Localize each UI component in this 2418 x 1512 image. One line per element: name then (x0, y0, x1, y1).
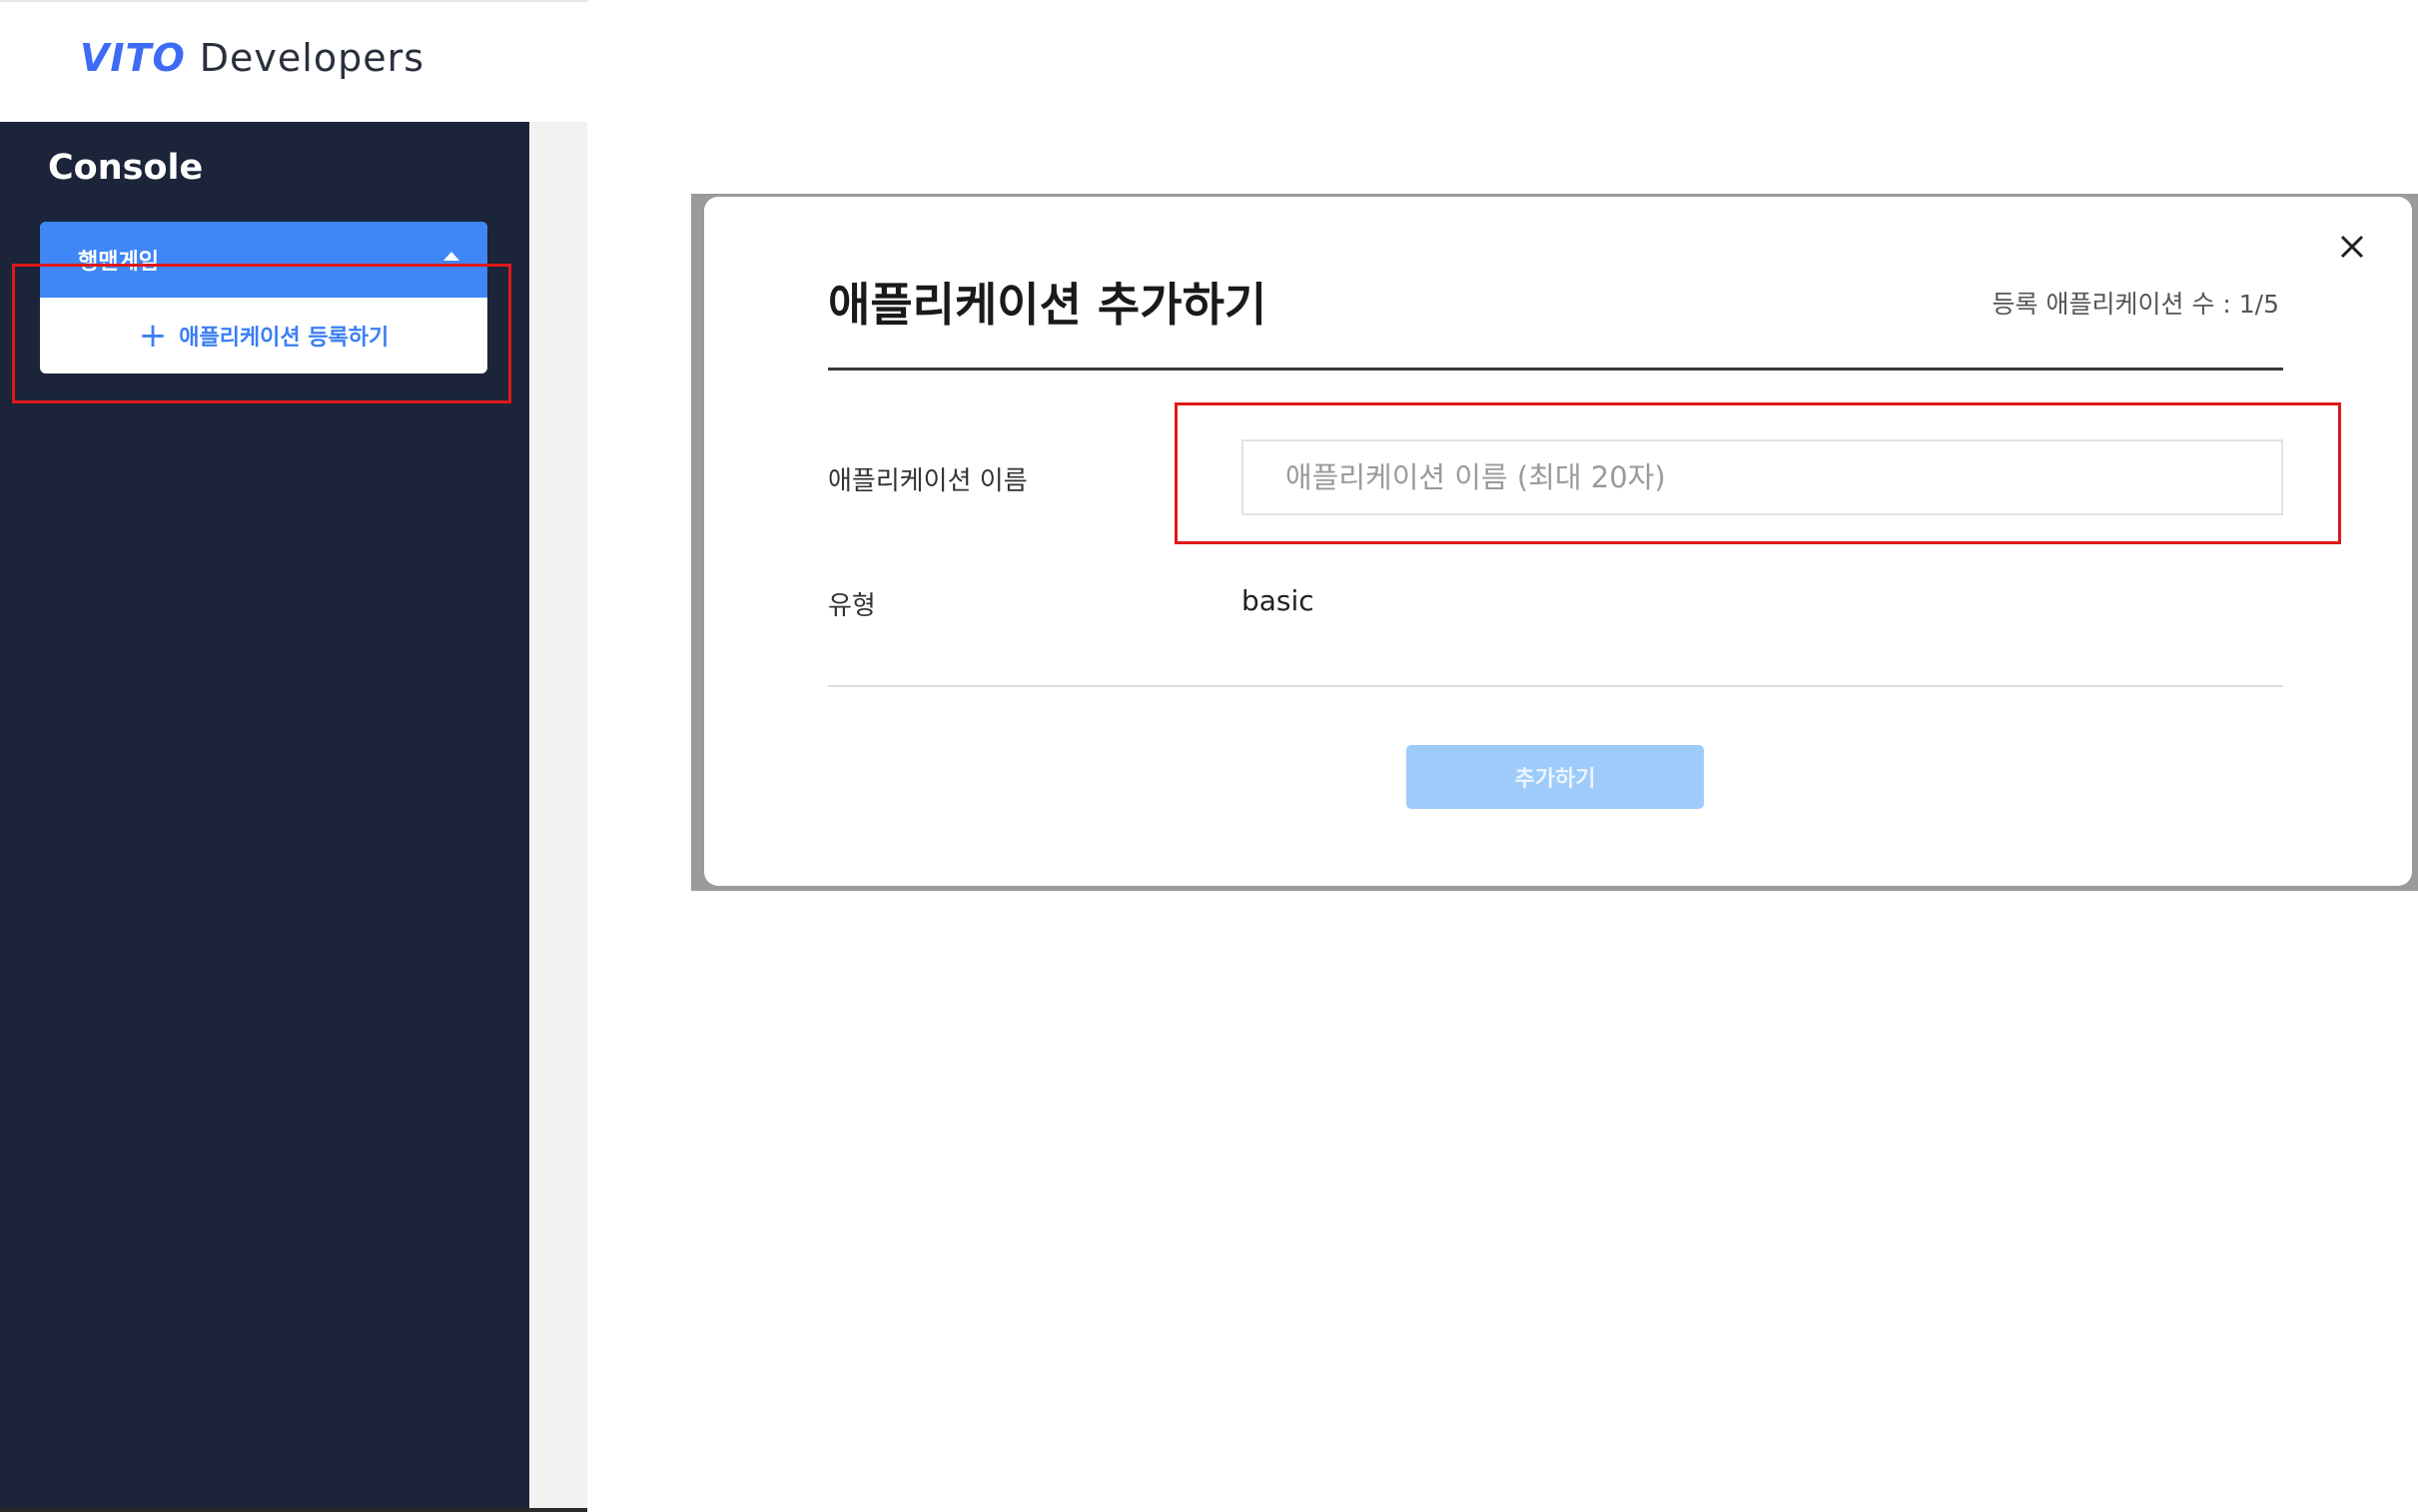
bottom-divider (0, 1508, 587, 1512)
highlight-box (1175, 402, 2341, 544)
content-background (529, 122, 587, 1512)
form-divider (828, 685, 2283, 687)
title-divider (828, 368, 2283, 371)
logo-subtitle: Developers (199, 36, 425, 80)
add-application-button[interactable]: 추가하기 (1406, 745, 1704, 809)
console-title: Console (48, 148, 204, 188)
modal-title: 애플리케이션 추가하기 (828, 278, 1267, 332)
collapse-arrow-icon[interactable] (443, 252, 459, 261)
app-header: VITO Developers (0, 0, 587, 124)
application-count: 등록 애플리케이션 수 : 1/5 (1992, 290, 2279, 319)
close-icon[interactable] (2332, 227, 2372, 267)
vito-developers-logo[interactable]: VITO Developers (80, 32, 424, 84)
highlight-box (12, 264, 511, 403)
application-name-label: 애플리케이션 이름 (828, 466, 1028, 496)
type-label: 유형 (828, 591, 876, 621)
logo-brand: VITO (80, 36, 186, 80)
type-value: basic (1241, 584, 1314, 617)
